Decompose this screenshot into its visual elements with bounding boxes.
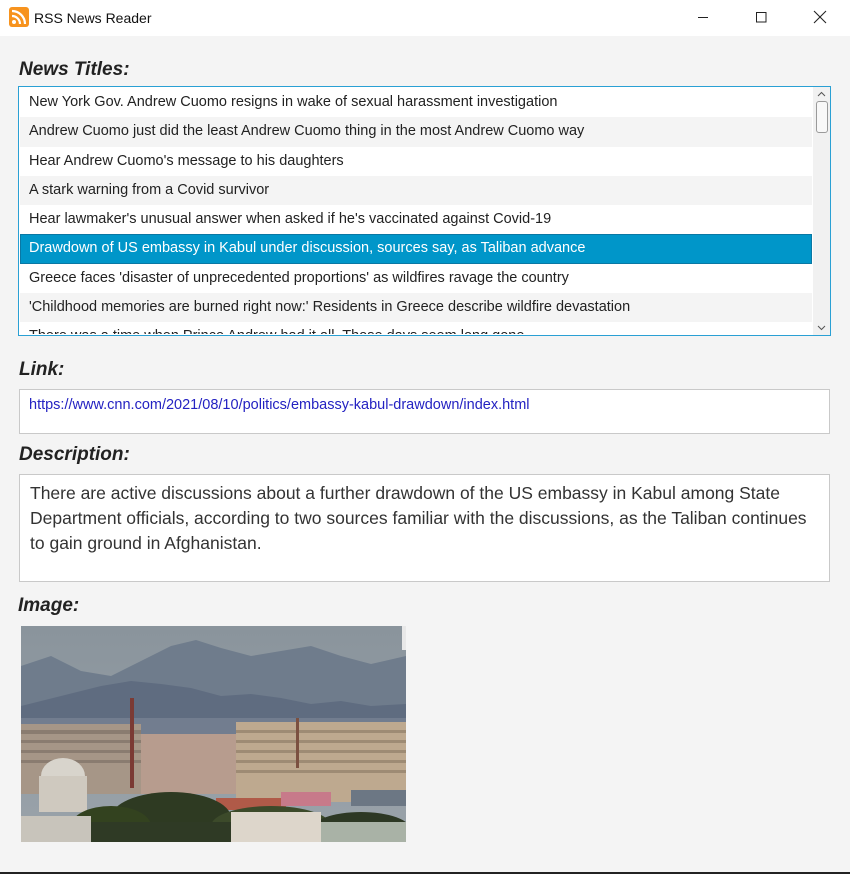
minimize-icon [698,17,708,18]
image-label: Image: [18,595,80,616]
news-image [21,626,406,842]
news-titles-list[interactable]: New York Gov. Andrew Cuomo resigns in wa… [18,86,831,336]
minimize-button[interactable] [674,0,732,34]
chevron-down-icon [817,325,826,331]
list-item[interactable]: There was a time when Prince Andrew had … [20,322,812,334]
news-titles-rows: New York Gov. Andrew Cuomo resigns in wa… [20,88,812,334]
list-item[interactable]: Hear lawmaker's unusual answer when aske… [20,205,812,234]
maximize-icon [756,12,767,23]
news-titles-label: News Titles: [19,59,130,80]
list-item[interactable]: Hear Andrew Cuomo's message to his daugh… [20,147,812,176]
list-item[interactable]: Andrew Cuomo just did the least Andrew C… [20,117,812,147]
scroll-down-button[interactable] [813,322,830,334]
chevron-up-icon [817,91,826,97]
close-button[interactable] [791,0,849,34]
link-field[interactable]: https://www.cnn.com/2021/08/10/politics/… [19,389,830,434]
list-item[interactable]: A stark warning from a Covid survivor [20,175,812,206]
link-label: Link: [19,359,65,380]
description-label: Description: [19,444,130,465]
list-item[interactable]: 'Childhood memories are burned right now… [20,293,812,323]
list-scrollbar[interactable] [813,87,830,335]
window-title: RSS News Reader [34,10,152,26]
list-item[interactable]: Drawdown of US embassy in Kabul under di… [20,234,812,264]
scroll-thumb[interactable] [816,101,828,133]
scroll-up-button[interactable] [813,88,830,100]
close-icon [813,10,827,24]
title-bar: RSS News Reader [0,0,850,36]
list-item[interactable]: Greece faces 'disaster of unprecedented … [20,264,812,293]
rss-reader-window: RSS News Reader News Titles: New York Go… [0,0,850,874]
description-field[interactable]: There are active discussions about a fur… [19,474,830,582]
rss-icon [9,7,29,27]
maximize-button[interactable] [732,0,790,34]
list-item[interactable]: New York Gov. Andrew Cuomo resigns in wa… [20,88,812,117]
